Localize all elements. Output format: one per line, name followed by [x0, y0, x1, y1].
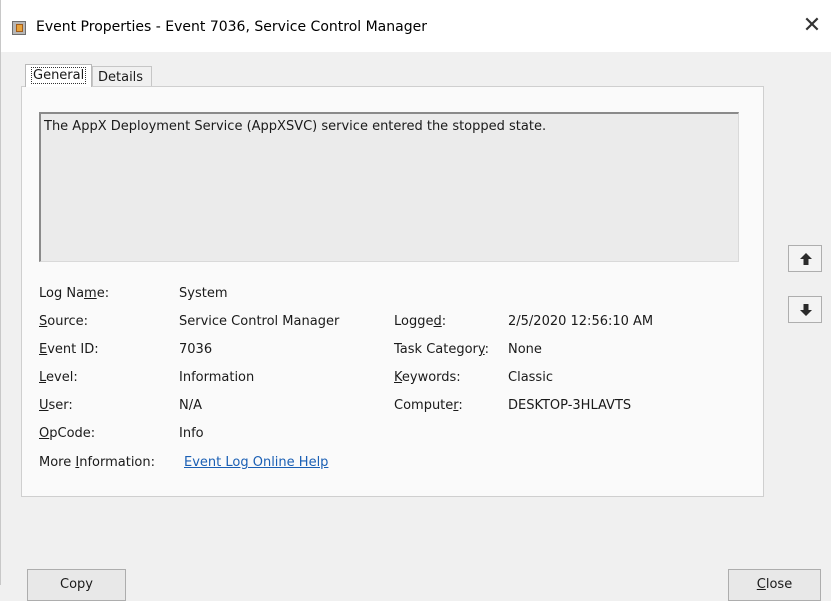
- title-bar: Event Properties - Event 7036, Service C…: [1, 0, 831, 52]
- close-button[interactable]: Close: [728, 569, 821, 601]
- user-label: User:: [39, 398, 73, 413]
- opcode-value: Info: [179, 426, 204, 441]
- arrow-up-icon: [800, 253, 812, 265]
- keywords-value: Classic: [508, 370, 553, 385]
- log-name-label: Log Name:: [39, 286, 110, 301]
- level-value: Information: [179, 370, 255, 385]
- tab-general[interactable]: General: [25, 64, 92, 87]
- opcode-label: OpCode:: [39, 426, 96, 441]
- previous-event-button[interactable]: [788, 245, 822, 272]
- computer-label: Computer:: [394, 398, 463, 413]
- user-value: N/A: [179, 398, 202, 413]
- event-log-online-help-link[interactable]: Event Log Online Help: [184, 455, 328, 470]
- next-event-button[interactable]: [788, 296, 822, 323]
- source-value: Service Control Manager: [179, 314, 340, 329]
- event-properties-window: Event Properties - Event 7036, Service C…: [0, 0, 831, 601]
- tab-details[interactable]: Details: [92, 66, 152, 87]
- tab-details-label: Details: [98, 70, 144, 85]
- log-name-value: System: [179, 286, 228, 301]
- event-viewer-icon: [12, 21, 26, 35]
- close-window-button[interactable]: ✕: [798, 12, 826, 40]
- more-information-label: More Information:: [39, 455, 156, 470]
- keywords-label: Keywords:: [394, 370, 461, 385]
- arrow-down-icon: [800, 304, 812, 316]
- event-id-label: Event ID:: [39, 342, 99, 357]
- source-label: Source:: [39, 314, 89, 329]
- event-description[interactable]: The AppX Deployment Service (AppXSVC) se…: [39, 112, 739, 262]
- logged-value: 2/5/2020 12:56:10 AM: [508, 314, 654, 329]
- tab-general-label: General: [31, 67, 87, 84]
- task-category-label: Task Category:: [394, 342, 490, 357]
- window-title: Event Properties - Event 7036, Service C…: [36, 19, 427, 35]
- logged-label: Logged:: [394, 314, 447, 329]
- computer-value: DESKTOP-3HLAVTS: [508, 398, 632, 413]
- event-id-value: 7036: [179, 342, 213, 357]
- task-category-value: None: [508, 342, 542, 357]
- level-label: Level:: [39, 370, 78, 385]
- copy-button[interactable]: Copy: [27, 569, 126, 601]
